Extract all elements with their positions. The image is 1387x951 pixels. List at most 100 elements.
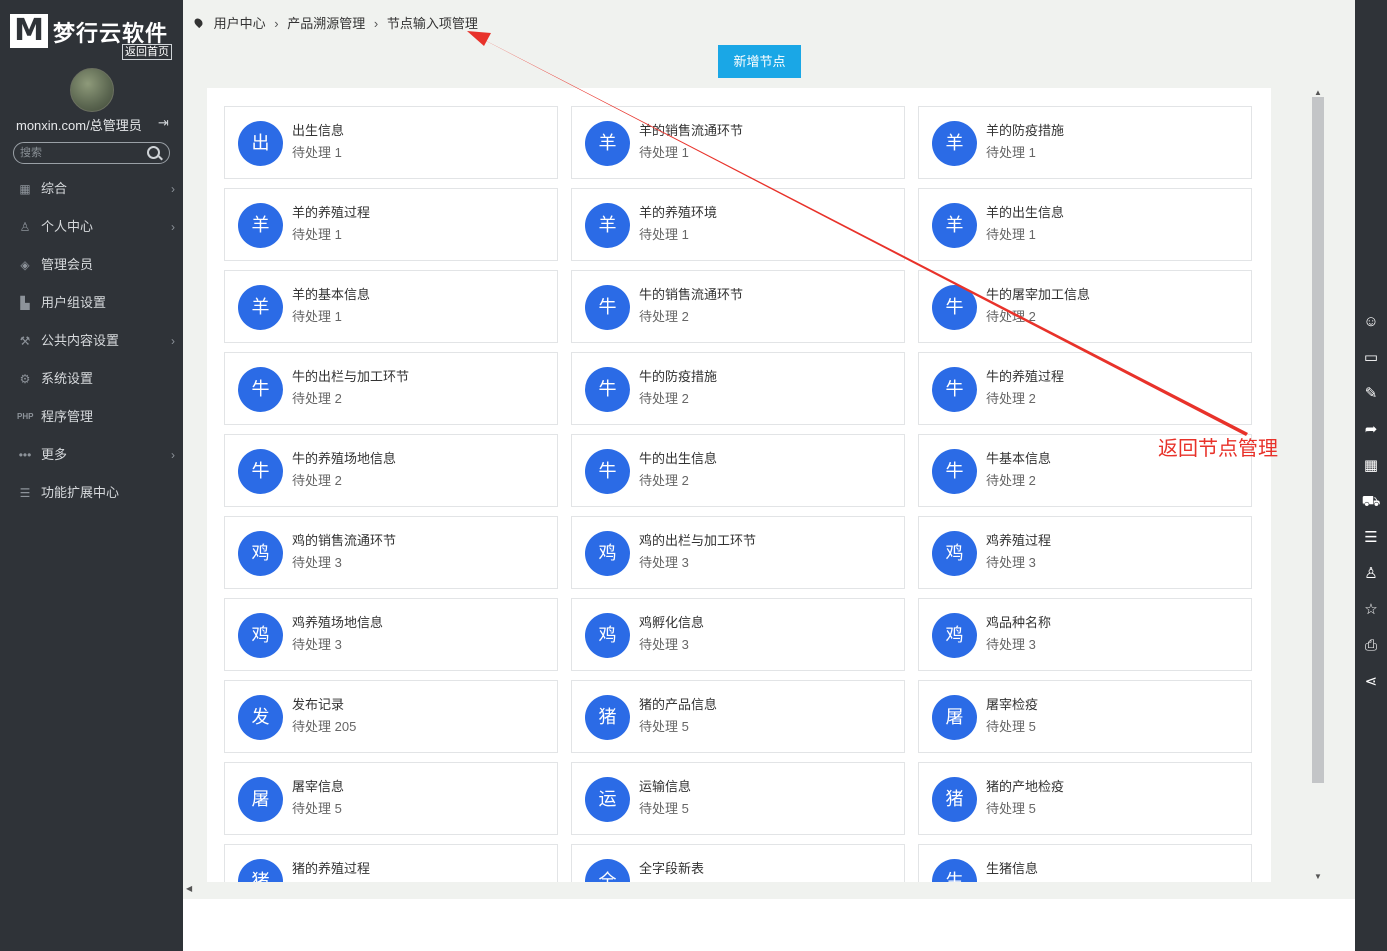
node-card[interactable]: 羊羊的基本信息 待处理 1 [224, 270, 558, 343]
node-status: 待处理 3 [986, 637, 1036, 652]
qrcode-icon[interactable]: ▦ [1355, 450, 1387, 482]
node-avatar: 羊 [932, 121, 977, 166]
node-card[interactable]: 牛牛的养殖场地信息 待处理 2 [224, 434, 558, 507]
node-avatar: 羊 [238, 203, 283, 248]
vertical-scrollbar[interactable]: ▲ ▼ [1311, 88, 1325, 884]
node-card[interactable]: 猪猪的产品信息 待处理 5 [571, 680, 905, 753]
node-card[interactable]: 鸡鸡养殖过程 待处理 3 [918, 516, 1252, 589]
node-status: 待处理 2 [292, 473, 342, 488]
node-avatar: 发 [238, 695, 283, 740]
node-card[interactable]: 牛牛的出生信息 待处理 2 [571, 434, 905, 507]
node-card[interactable]: 屠屠宰信息 待处理 5 [224, 762, 558, 835]
node-card[interactable]: 牛牛的屠宰加工信息 待处理 2 [918, 270, 1252, 343]
wechat-icon[interactable]: ☺ [1355, 306, 1387, 338]
sidebar-item[interactable]: PHP 程序管理 [0, 398, 183, 436]
node-card[interactable]: 牛牛的出栏与加工环节 待处理 2 [224, 352, 558, 425]
user-icon[interactable]: ♙ [1355, 558, 1387, 590]
home-link[interactable]: 返回首页 [122, 44, 172, 60]
node-card[interactable]: 屠屠宰检疫 待处理 5 [918, 680, 1252, 753]
sidebar-item-label: 程序管理 [41, 409, 94, 424]
node-card[interactable]: 鸡鸡的出栏与加工环节 待处理 3 [571, 516, 905, 589]
user-label: monxin.com/总管理员 ⇥ [16, 115, 176, 134]
sidebar-item[interactable]: ◈ 管理会员 [0, 246, 183, 284]
sidebar-item[interactable]: ♙ 个人中心 › [0, 208, 183, 246]
node-card[interactable]: 羊羊的防疫措施 待处理 1 [918, 106, 1252, 179]
node-card[interactable]: 猪猪的养殖过程待处理 5 [224, 844, 558, 882]
logout-icon[interactable]: ⇥ [158, 115, 169, 131]
node-card[interactable]: 发发布记录 待处理 205 [224, 680, 558, 753]
node-title: 全字段新表 [639, 861, 705, 876]
node-title: 牛的销售流通环节 [639, 287, 744, 302]
node-title: 出生信息 [292, 123, 345, 138]
node-card[interactable]: 牛牛的销售流通环节 待处理 2 [571, 270, 905, 343]
search-input[interactable] [20, 145, 140, 161]
node-card-grid: 出出生信息 待处理 1 羊羊的销售流通环节 待处理 1 羊羊的防疫措施 待处理 1 羊羊的养… [207, 88, 1271, 882]
sidebar-item[interactable]: ▙ 用户组设置 [0, 284, 183, 322]
node-avatar: 猪 [238, 859, 283, 882]
add-node-button[interactable]: 新增节点 [718, 45, 801, 78]
node-card[interactable]: 猪猪的产地检疫 待处理 5 [918, 762, 1252, 835]
node-card[interactable]: 全全字段新表待处理 12 处理中 1 [571, 844, 905, 882]
chevron-right-icon: › [171, 448, 175, 462]
node-avatar: 牛 [932, 285, 977, 330]
breadcrumb-item-user-center[interactable]: 用户中心 [214, 16, 266, 31]
node-title: 猪的产地检疫 [986, 779, 1065, 794]
message-icon[interactable]: ▭ [1355, 342, 1387, 374]
node-card[interactable]: 鸡鸡的销售流通环节 待处理 3 [224, 516, 558, 589]
node-card[interactable]: 运运输信息 待处理 5 [571, 762, 905, 835]
node-avatar: 牛 [238, 449, 283, 494]
brand-logo[interactable]: M 梦行云软件 返回首页 [10, 12, 175, 60]
node-status: 待处理 1 [292, 145, 342, 160]
node-card[interactable]: 鸡鸡品种名称 待处理 3 [918, 598, 1252, 671]
node-card[interactable]: 羊羊的养殖过程 待处理 1 [224, 188, 558, 261]
star-icon[interactable]: ☆ [1355, 594, 1387, 626]
sidebar-item-label: 用户组设置 [41, 295, 107, 310]
node-title: 羊的养殖过程 [292, 205, 371, 220]
search-icon[interactable] [147, 146, 160, 159]
node-title: 牛的出栏与加工环节 [292, 369, 410, 384]
edit-icon[interactable]: ✎ [1355, 378, 1387, 410]
horizontal-scrollbar[interactable]: ◀ [183, 882, 1355, 899]
scroll-down-icon[interactable]: ▼ [1314, 872, 1322, 881]
node-card[interactable]: 生生猪信息待处理 2 处理中 1 [918, 844, 1252, 882]
node-card[interactable]: 出出生信息待处理 1 [224, 106, 558, 179]
node-status: 待处理 2 [986, 473, 1036, 488]
node-status: 待处理 205 [292, 719, 357, 734]
sidebar-item[interactable]: ☰ 功能扩展中心 [0, 474, 183, 512]
node-avatar: 全 [585, 859, 630, 882]
node-title: 牛的屠宰加工信息 [986, 287, 1091, 302]
tools-icon: ⚒ [19, 334, 31, 348]
node-avatar: 屠 [932, 695, 977, 740]
breadcrumb-item-traceability[interactable]: 产品溯源管理 [287, 16, 365, 31]
grid-icon: ▦ [19, 182, 31, 196]
node-card[interactable]: 牛牛的防疫措施 待处理 2 [571, 352, 905, 425]
breadcrumb-item-current: 节点输入项管理 [386, 16, 478, 31]
list-icon[interactable]: ☰ [1355, 522, 1387, 554]
node-card[interactable]: 鸡鸡孵化信息 待处理 3 [571, 598, 905, 671]
sidebar-item[interactable]: ••• 更多 › [0, 436, 183, 474]
scroll-left-icon[interactable]: ◀ [186, 884, 192, 893]
scroll-up-icon[interactable]: ▲ [1314, 88, 1322, 97]
php-icon: PHP [17, 412, 34, 421]
app-window: M 梦行云软件 返回首页 monxin.com/总管理员 ⇥ ▦ 综合 › ♙ 个人中心… [0, 0, 1387, 951]
share-arrow-icon[interactable]: ➦ [1355, 414, 1387, 446]
sidebar-item[interactable]: ⚙ 系统设置 [0, 360, 183, 398]
share-icon[interactable]: ⋖ [1355, 666, 1387, 698]
node-card[interactable]: 羊羊的养殖环境 待处理 1 [571, 188, 905, 261]
scroll-thumb[interactable] [1312, 97, 1324, 783]
sidebar-item-label: 功能扩展中心 [41, 485, 120, 500]
avatar[interactable] [70, 68, 114, 112]
node-status: 待处理 3 [639, 555, 689, 570]
node-card[interactable]: 鸡鸡养殖场地信息 待处理 3 [224, 598, 558, 671]
node-status: 待处理 2 [639, 473, 689, 488]
node-card[interactable]: 牛牛的养殖过程 待处理 2 [918, 352, 1252, 425]
sidebar-item[interactable]: ⚒ 公共内容设置 › [0, 322, 183, 360]
print-icon[interactable]: ⎙ [1355, 630, 1387, 662]
node-title: 鸡的销售流通环节 [292, 533, 397, 548]
node-avatar: 猪 [585, 695, 630, 740]
sidebar-item[interactable]: ▦ 综合 › [0, 170, 183, 208]
node-avatar: 出 [238, 121, 283, 166]
cart-icon[interactable]: ⛟ [1355, 486, 1387, 518]
node-card[interactable]: 羊羊的销售流通环节 待处理 1 [571, 106, 905, 179]
node-card[interactable]: 羊羊的出生信息 待处理 1 [918, 188, 1252, 261]
